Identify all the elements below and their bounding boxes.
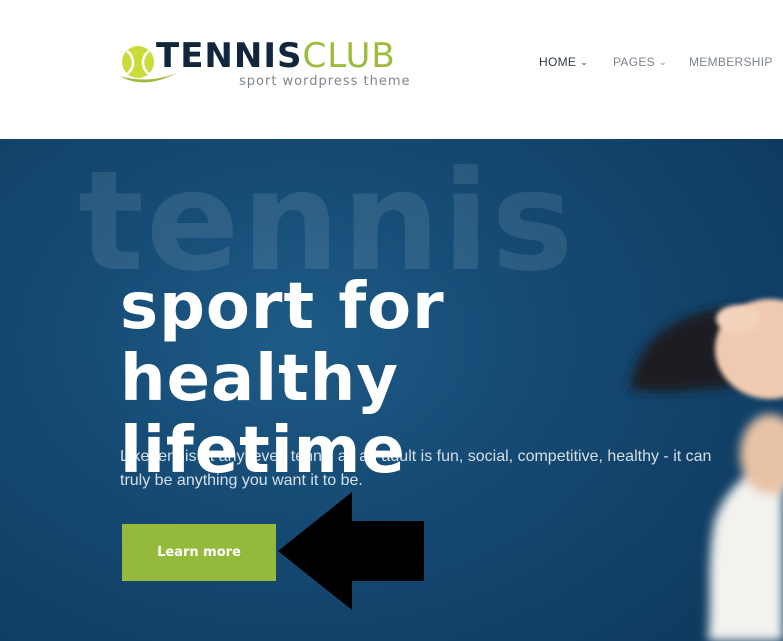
- logo-word-tennis: TENNIS: [156, 36, 303, 76]
- nav-item-label: PAGES: [613, 55, 655, 69]
- logo-word-club: CLUB: [302, 36, 396, 76]
- hero-banner: tennis sport for healthy lifetime Like t…: [0, 139, 783, 641]
- logo-wordmark: TENNISCLUB: [156, 34, 396, 78]
- hero-title-line: sport for: [120, 270, 445, 344]
- nav-item-membership[interactable]: MEMBERSHIP: [689, 55, 773, 69]
- chevron-down-icon: ⌄: [580, 57, 589, 67]
- nav-item-home[interactable]: HOME ⌄: [539, 55, 588, 69]
- nav-item-label: HOME: [539, 55, 577, 69]
- site-header: TENNISCLUB sport wordpress theme HOME ⌄ P…: [0, 0, 783, 139]
- learn-more-button[interactable]: Learn more: [122, 524, 276, 581]
- hero-description: Like tennis at any level, tennis as an a…: [120, 448, 712, 489]
- nav-item-label: MEMBERSHIP: [689, 55, 773, 69]
- chevron-down-icon: ⌄: [658, 57, 667, 67]
- hero-title-line: healthy: [120, 342, 399, 416]
- site-logo[interactable]: TENNISCLUB sport wordpress theme: [118, 34, 418, 94]
- arrow-left-icon: [278, 492, 424, 610]
- nav-item-pages[interactable]: PAGES ⌄: [613, 55, 667, 69]
- logo-tagline: sport wordpress theme: [239, 74, 411, 89]
